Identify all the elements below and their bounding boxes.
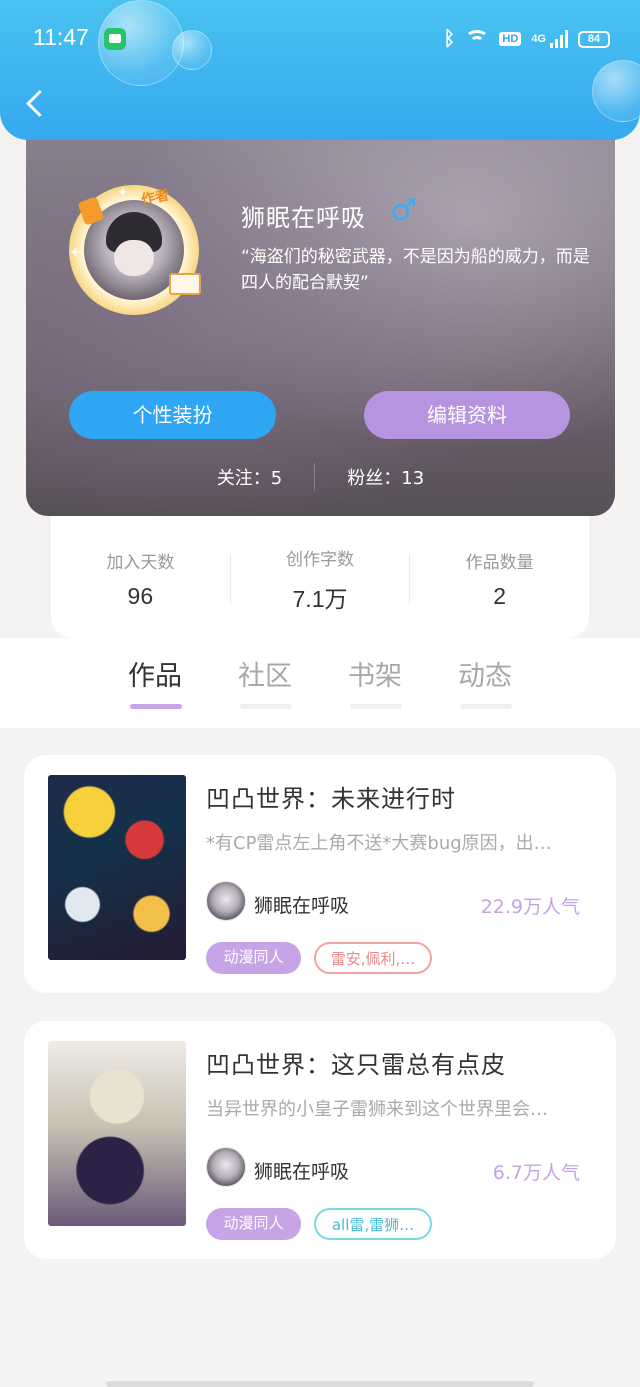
tab-community[interactable]: 社区 xyxy=(210,654,320,714)
tab-indicator xyxy=(460,704,512,709)
stat-value: 7.1万 xyxy=(292,585,348,612)
avatar[interactable]: 作者 ✦ ✦ xyxy=(69,185,201,315)
work-description: *有CP雷点左上角不送*大赛bug原因，出… xyxy=(206,833,552,854)
tab-indicator xyxy=(130,704,182,709)
status-icons: ᛒ HD 4G 84 xyxy=(443,26,610,52)
male-gender-icon: ♂ xyxy=(390,193,417,228)
genre-tag[interactable]: 动漫同人 xyxy=(206,942,301,974)
tab-bar: 作品 社区 书架 动态 xyxy=(100,654,540,714)
decorative-bubble xyxy=(592,60,640,122)
stat-label: 作品数量 xyxy=(465,553,534,573)
profile-card: 作者 ✦ ✦ 狮眠在呼吸 ♂ “海盗们的秘密武器，不是因为船的威力，而是四人的配… xyxy=(26,120,615,516)
bottom-area xyxy=(0,1262,640,1387)
author-name[interactable]: 狮眠在呼吸 xyxy=(254,891,349,918)
author-avatar[interactable] xyxy=(206,881,246,921)
cp-tag[interactable]: 雷安,佩利,… xyxy=(314,942,432,974)
tab-indicator xyxy=(240,704,292,709)
tab-label: 作品 xyxy=(128,661,182,692)
edit-profile-button[interactable]: 编辑资料 xyxy=(364,391,570,439)
profile-bio: “海盗们的秘密武器，不是因为船的威力，而是四人的配合默契” xyxy=(241,247,590,293)
sparkle-icon: ✦ xyxy=(117,185,129,201)
genre-tag[interactable]: 动漫同人 xyxy=(206,1208,301,1240)
tab-works[interactable]: 作品 xyxy=(100,654,210,714)
stat-word-count: 创作字数 7.1万 xyxy=(231,535,410,614)
stat-join-days: 加入天数 96 xyxy=(51,538,230,610)
popularity-count: 6.7万人气 xyxy=(492,1162,580,1184)
tab-activity[interactable]: 动态 xyxy=(430,654,540,714)
book-cover[interactable] xyxy=(48,775,186,960)
sparkle-icon: ✦ xyxy=(69,245,81,261)
book-icon xyxy=(169,273,201,295)
stat-value: 2 xyxy=(493,583,507,609)
tabs-area: 作品 社区 书架 动态 xyxy=(0,638,640,728)
work-title[interactable]: 凹凸世界：这只雷总有点皮 xyxy=(206,1045,506,1080)
fans-count[interactable]: 粉丝：13 xyxy=(347,464,424,490)
bluetooth-icon: ᛒ xyxy=(443,27,456,50)
top-header: 11:47 ᛒ HD 4G 84 xyxy=(0,0,640,140)
battery-icon: 84 xyxy=(578,30,610,48)
author-name[interactable]: 狮眠在呼吸 xyxy=(254,1157,349,1184)
decorative-bubble xyxy=(172,30,212,70)
tab-bookshelf[interactable]: 书架 xyxy=(320,654,430,714)
tab-label: 动态 xyxy=(458,661,512,692)
stat-label: 创作字数 xyxy=(286,549,354,570)
username: 狮眠在呼吸 xyxy=(241,204,366,232)
network-type: 4G xyxy=(531,33,546,45)
stats-card: 加入天数 96 创作字数 7.1万 作品数量 2 xyxy=(51,510,589,638)
divider xyxy=(314,463,316,491)
back-button[interactable] xyxy=(22,88,52,124)
hd-icon: HD xyxy=(499,32,522,46)
work-description: 当异世界的小皇子雷狮来到这个世界里会… xyxy=(206,1099,548,1120)
following-count[interactable]: 关注：5 xyxy=(217,464,282,490)
status-time: 11:47 xyxy=(33,24,89,50)
wifi-icon xyxy=(465,30,490,48)
tab-label: 书架 xyxy=(348,661,402,692)
dress-up-button[interactable]: 个性装扮 xyxy=(69,391,276,439)
message-notification-icon xyxy=(104,28,126,50)
signal-icon xyxy=(550,30,568,48)
follow-stats: 关注：5 粉丝：13 xyxy=(26,462,615,492)
book-cover[interactable] xyxy=(48,1041,186,1226)
cp-tag[interactable]: all雷,雷狮… xyxy=(314,1208,432,1240)
popularity-count: 22.9万人气 xyxy=(480,896,580,918)
tab-label: 社区 xyxy=(238,661,292,692)
work-title[interactable]: 凹凸世界：未来进行时 xyxy=(206,779,456,814)
stat-value: 96 xyxy=(127,583,154,609)
stat-label: 加入天数 xyxy=(106,553,175,573)
work-card[interactable]: 凹凸世界：这只雷总有点皮 当异世界的小皇子雷狮来到这个世界里会… 狮眠在呼吸 6… xyxy=(24,1021,616,1259)
home-indicator[interactable] xyxy=(106,1381,534,1387)
author-avatar[interactable] xyxy=(206,1147,246,1187)
stat-works-count: 作品数量 2 xyxy=(410,538,589,610)
work-card[interactable]: 凹凸世界：未来进行时 *有CP雷点左上角不送*大赛bug原因，出… 狮眠在呼吸 … xyxy=(24,755,616,993)
tab-indicator xyxy=(350,704,402,709)
